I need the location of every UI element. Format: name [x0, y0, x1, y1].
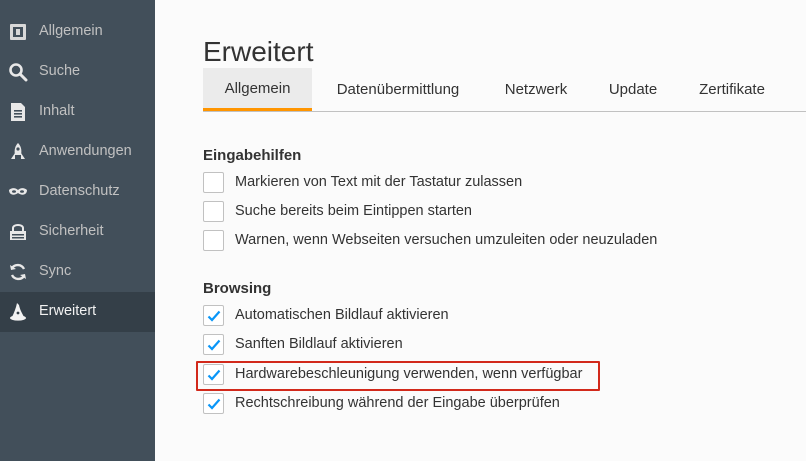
highlight-annotation-box	[196, 361, 600, 391]
browsing-heading: Browsing	[203, 280, 272, 297]
tab-datenuebermittlung[interactable]: Datenübermittlung	[312, 68, 484, 111]
checkbox-checked[interactable]	[203, 334, 224, 355]
tab-zertifikate[interactable]: Zertifikate	[678, 68, 786, 111]
sidebar-item-label: Erweitert	[39, 303, 97, 319]
content-icon	[8, 102, 28, 122]
checkmark-icon	[207, 310, 221, 322]
checkbox-label: Rechtschreibung während der Eingabe über…	[235, 395, 560, 411]
search-icon	[8, 62, 28, 82]
main-pane: Erweitert Allgemein Datenübermittlung Ne…	[155, 0, 806, 461]
sidebar-item-label: Anwendungen	[39, 143, 132, 159]
checkbox-unchecked[interactable]	[203, 201, 224, 222]
checkbox-unchecked[interactable]	[203, 172, 224, 193]
privacy-mask-icon	[8, 182, 28, 202]
general-icon	[8, 22, 28, 42]
checkbox-unchecked[interactable]	[203, 230, 224, 251]
tab-allgemein[interactable]: Allgemein	[203, 68, 312, 111]
sidebar-item-label: Sync	[39, 263, 72, 279]
tab-netzwerk[interactable]: Netzwerk	[484, 68, 588, 111]
tab-strip: Allgemein Datenübermittlung Netzwerk Upd…	[203, 68, 806, 112]
sidebar-item-label: Sicherheit	[39, 223, 104, 239]
checkbox-label: Suche bereits beim Eintippen starten	[235, 203, 472, 219]
sidebar-item-sync[interactable]: Sync	[0, 252, 155, 292]
sidebar-item-anwendungen[interactable]: Anwendungen	[0, 132, 155, 172]
checkbox-label: Warnen, wenn Webseiten versuchen umzulei…	[235, 232, 658, 248]
advanced-wizard-hat-icon	[8, 302, 28, 322]
sidebar-item-label: Datenschutz	[39, 183, 120, 199]
sidebar-item-suche[interactable]: Suche	[0, 52, 155, 92]
sidebar-item-sicherheit[interactable]: Sicherheit	[0, 212, 155, 252]
sidebar-item-label: Suche	[39, 63, 81, 79]
checkbox-checked[interactable]	[203, 305, 224, 326]
checkmark-icon	[207, 398, 221, 410]
page-title: Erweitert	[203, 35, 314, 67]
accessibility-heading: Eingabehilfen	[203, 147, 302, 164]
checkbox-checked[interactable]	[203, 393, 224, 414]
sidebar-item-label: Allgemein	[39, 23, 103, 39]
sidebar-item-erweitert[interactable]: Erweitert	[0, 292, 155, 332]
checkbox-label: Sanften Bildlauf aktivieren	[235, 336, 403, 352]
sidebar-item-label: Inhalt	[39, 103, 75, 119]
sidebar-item-allgemein[interactable]: Allgemein	[0, 12, 155, 52]
checkbox-label: Automatischen Bildlauf aktivieren	[235, 307, 449, 323]
tab-update[interactable]: Update	[588, 68, 678, 111]
sidebar-item-datenschutz[interactable]: Datenschutz	[0, 172, 155, 212]
sidebar-item-inhalt[interactable]: Inhalt	[0, 92, 155, 132]
checkbox-label: Markieren von Text mit der Tastatur zula…	[235, 174, 523, 190]
applications-icon	[8, 142, 28, 162]
security-icon	[8, 222, 28, 242]
checkmark-icon	[207, 339, 221, 351]
sync-icon	[8, 262, 28, 282]
sidebar: Allgemein Suche Inhalt Anwendungen Daten…	[0, 0, 155, 461]
